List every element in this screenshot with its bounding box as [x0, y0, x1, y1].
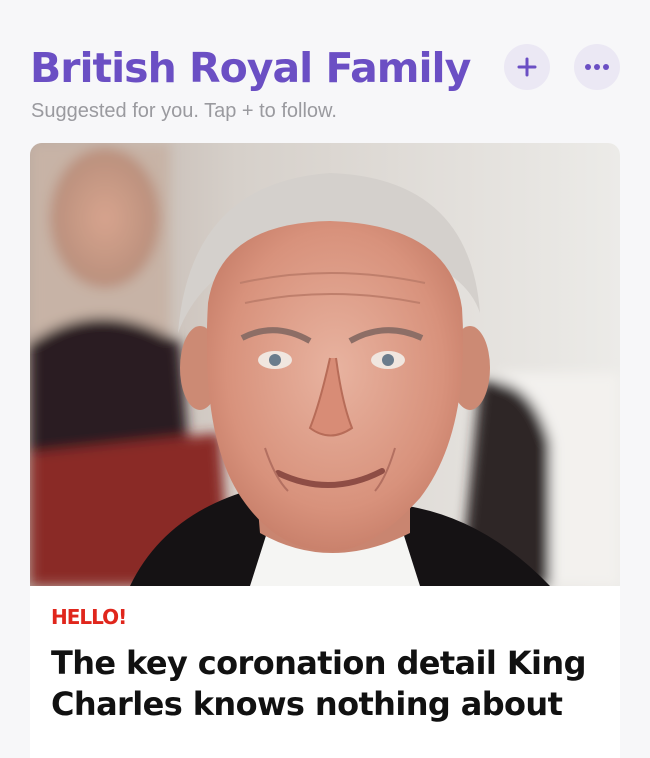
ellipsis-icon: [585, 64, 609, 70]
article-image[interactable]: [30, 143, 620, 586]
topic-header: British Royal Family Suggested for you. …: [30, 40, 620, 130]
topic-subtitle: Suggested for you. Tap + to follow.: [31, 100, 337, 122]
article-card[interactable]: HELLO! The key coronation detail King Ch…: [30, 143, 620, 758]
topic-title[interactable]: British Royal Family: [30, 44, 471, 92]
photo-king-charles: [30, 143, 620, 586]
follow-topic-button[interactable]: [504, 44, 550, 90]
more-options-button[interactable]: [574, 44, 620, 90]
news-feed-page: British Royal Family Suggested for you. …: [0, 0, 650, 758]
article-headline[interactable]: The key coronation detail King Charles k…: [51, 643, 606, 725]
plus-icon: [517, 57, 537, 77]
publisher-logo[interactable]: HELLO!: [51, 605, 127, 629]
